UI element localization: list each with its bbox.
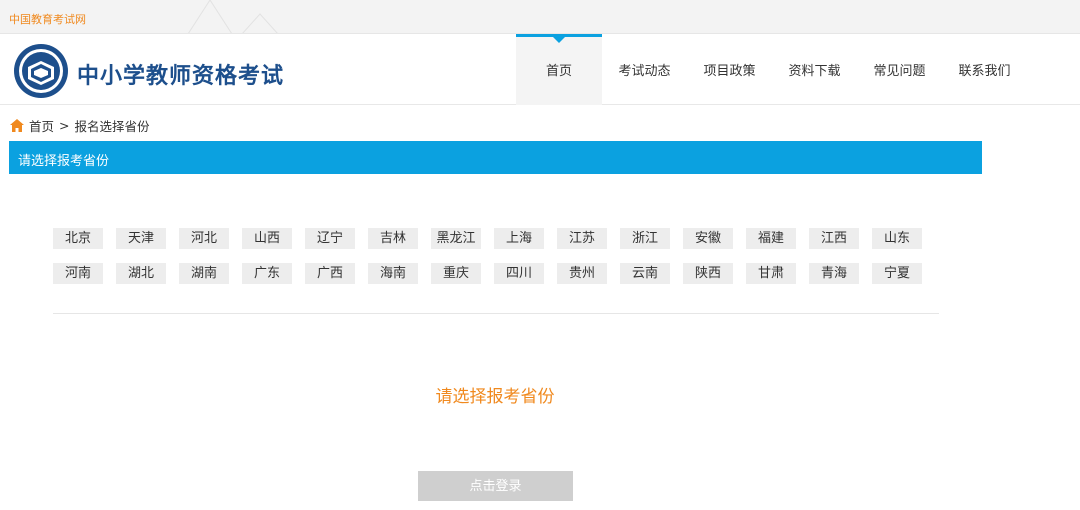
province-button[interactable]: 北京: [53, 228, 103, 249]
province-button[interactable]: 广西: [305, 263, 355, 284]
select-province-prompt: 请选择报考省份: [435, 387, 555, 407]
breadcrumb: 首页 > 报名选择省份: [10, 116, 150, 135]
province-button[interactable]: 河南: [53, 263, 103, 284]
breadcrumb-current: 报名选择省份: [74, 119, 150, 134]
province-button[interactable]: 江苏: [557, 228, 607, 249]
province-button[interactable]: 吉林: [368, 228, 418, 249]
province-button[interactable]: 四川: [494, 263, 544, 284]
province-button[interactable]: 天津: [116, 228, 166, 249]
breadcrumb-home[interactable]: 首页: [29, 116, 54, 135]
divider: [53, 313, 939, 314]
province-button[interactable]: 湖北: [116, 263, 166, 284]
header: 中小学教师资格考试 首页 考试动态 项目政策 资料下载 常见问题 联系我们: [0, 34, 1080, 105]
main-nav: 首页 考试动态 项目政策 资料下载 常见问题 联系我们: [516, 34, 1027, 105]
top-bar: 中国教育考试网: [0, 0, 1080, 34]
province-button[interactable]: 福建: [746, 228, 796, 249]
province-button[interactable]: 青海: [809, 263, 859, 284]
exam-site-link[interactable]: 中国教育考试网: [9, 11, 86, 27]
province-button[interactable]: 上海: [494, 228, 544, 249]
nav-home[interactable]: 首页: [516, 34, 602, 105]
nav-exam-news[interactable]: 考试动态: [602, 34, 687, 105]
nav-contact[interactable]: 联系我们: [942, 34, 1027, 105]
province-button[interactable]: 甘肃: [746, 263, 796, 284]
province-button[interactable]: 宁夏: [872, 263, 922, 284]
province-button[interactable]: 江西: [809, 228, 859, 249]
province-button[interactable]: 浙江: [620, 228, 670, 249]
login-button[interactable]: 点击登录: [418, 471, 573, 501]
nav-faq[interactable]: 常见问题: [857, 34, 942, 105]
province-button[interactable]: 黑龙江: [431, 228, 481, 249]
province-button[interactable]: 广东: [242, 263, 292, 284]
breadcrumb-separator: >: [59, 118, 70, 133]
site-title: 中小学教师资格考试: [77, 64, 285, 89]
province-button[interactable]: 安徽: [683, 228, 733, 249]
province-button[interactable]: 云南: [620, 263, 670, 284]
home-icon: [10, 119, 24, 132]
decorative-lines: [188, 0, 278, 33]
province-button[interactable]: 辽宁: [305, 228, 355, 249]
province-button[interactable]: 湖南: [179, 263, 229, 284]
province-button[interactable]: 山东: [872, 228, 922, 249]
nav-project-policy[interactable]: 项目政策: [687, 34, 772, 105]
province-button[interactable]: 贵州: [557, 263, 607, 284]
province-button[interactable]: 海南: [368, 263, 418, 284]
section-header: 请选择报考省份: [9, 141, 982, 174]
province-button[interactable]: 陕西: [683, 263, 733, 284]
province-button[interactable]: 河北: [179, 228, 229, 249]
province-button[interactable]: 山西: [242, 228, 292, 249]
section-title: 请选择报考省份: [18, 154, 110, 169]
teacher-exam-logo-icon: [14, 44, 68, 98]
nav-downloads[interactable]: 资料下载: [772, 34, 857, 105]
province-button[interactable]: 重庆: [431, 263, 481, 284]
